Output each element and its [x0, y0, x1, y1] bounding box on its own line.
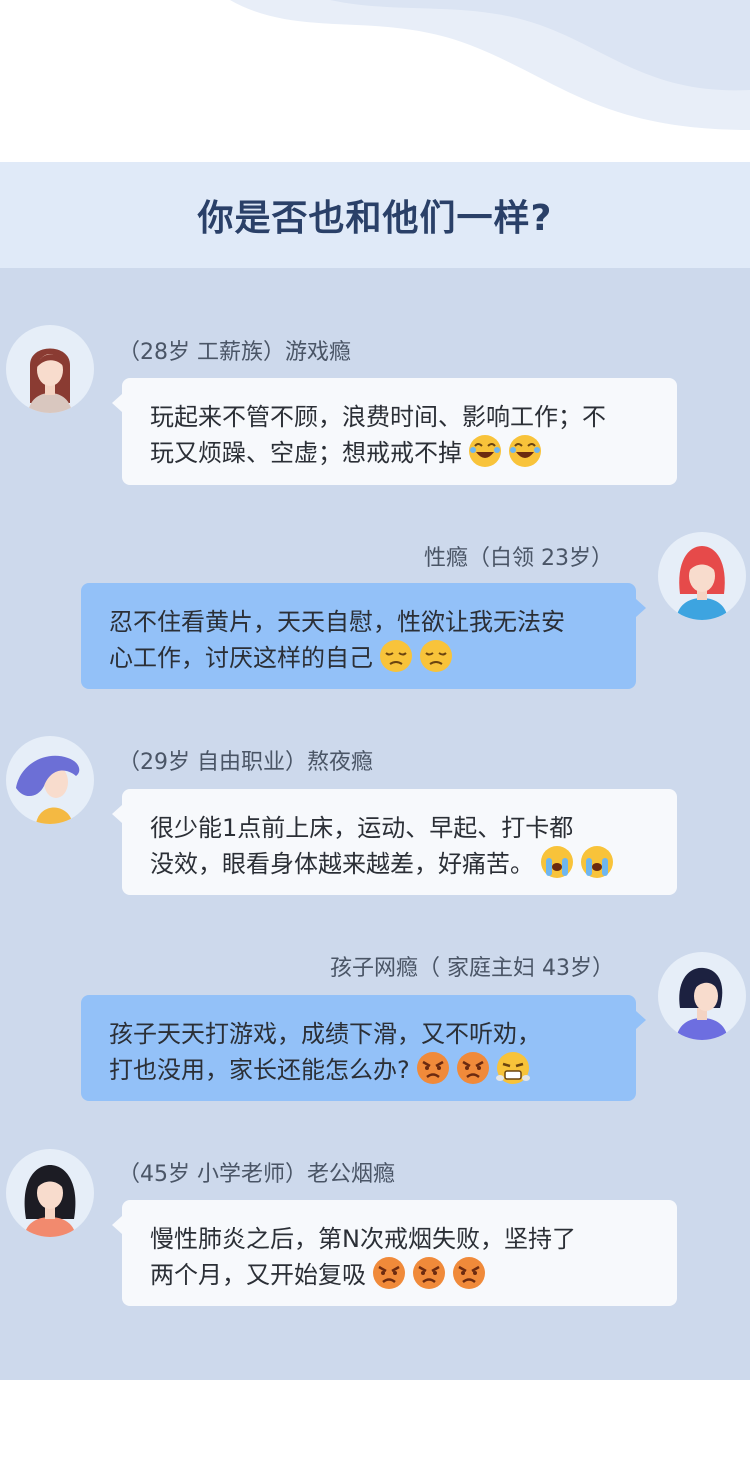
- loudly-crying-emoji-icon: [540, 845, 574, 879]
- message-line-last: 两个月，又开始复吸: [150, 1256, 653, 1292]
- message-text: 两个月，又开始复吸: [150, 1261, 366, 1289]
- avatar-office-worker: [658, 532, 746, 620]
- message-text: 打也没用，家长还能怎么办?: [109, 1056, 410, 1084]
- message-text: 玩又烦躁、空虚；想戒戒不掉: [150, 439, 462, 467]
- pensive-face-emoji-icon: [419, 639, 453, 673]
- angry-face-emoji-icon: [416, 1051, 450, 1085]
- loudly-crying-emoji-icon: [580, 845, 614, 879]
- woman-black-hair-icon: [24, 1165, 76, 1237]
- message-line: 慢性肺炎之后，第N次戒烟失败，坚持了: [150, 1225, 576, 1253]
- angry-face-emoji-icon: [412, 1256, 446, 1290]
- message-line-last: 心工作，讨厌这样的自己: [109, 639, 612, 675]
- chat-bubble: 很少能1点前上床，运动、早起、打卡都 没效，眼看身体越来越差，好痛苦。: [112, 789, 677, 895]
- message-line: 忍不住看黄片，天天自慰，性欲让我无法安: [109, 608, 565, 636]
- section-title: 你是否也和他们一样?: [197, 198, 553, 239]
- chat-bubble: 忍不住看黄片，天天自慰，性欲让我无法安 心工作，讨厌这样的自己: [81, 583, 646, 689]
- angry-face-emoji-icon: [452, 1256, 486, 1290]
- woman-long-brown-hair-icon: [28, 348, 72, 413]
- message-line-last: 打也没用，家长还能怎么办?: [109, 1051, 612, 1087]
- message-text: 心工作，讨厌这样的自己: [109, 644, 373, 672]
- message-line: 玩起来不管不顾，浪费时间、影响工作；不: [150, 403, 606, 431]
- woman-purple-hair-icon: [16, 755, 80, 824]
- message-line-last: 玩又烦躁、空虚；想戒戒不掉: [150, 434, 653, 470]
- laughing-tears-emoji-icon: [468, 434, 502, 468]
- user-label: （29岁 自由职业）熬夜瘾: [118, 750, 373, 775]
- chat-area: （28岁 工薪族）游戏瘾 玩起来不管不顾，浪费时间、影响工作；不 玩又烦躁、空虚…: [0, 268, 750, 1380]
- message-line: 孩子天天打游戏，成绩下滑，又不听劝，: [109, 1020, 541, 1048]
- chat-bubble: 孩子天天打游戏，成绩下滑，又不听劝， 打也没用，家长还能怎么办?: [81, 995, 646, 1101]
- woman-red-hair-icon: [676, 546, 728, 620]
- avatar-gamer: [6, 325, 94, 413]
- user-label: 性瘾（白领 23岁）: [424, 546, 613, 571]
- user-label: 孩子网瘾（ 家庭主妇 43岁）: [330, 956, 614, 981]
- chat-bubble: 慢性肺炎之后，第N次戒烟失败，坚持了 两个月，又开始复吸: [112, 1200, 677, 1306]
- message-line: 很少能1点前上床，运动、早起、打卡都: [150, 814, 574, 842]
- chat-bubble: 玩起来不管不顾，浪费时间、影响工作；不 玩又烦躁、空虚；想戒戒不掉: [112, 378, 677, 485]
- avatar-freelancer: [6, 736, 94, 824]
- user-label: （28岁 工薪族）游戏瘾: [118, 340, 351, 365]
- avatar-housewife: [658, 952, 746, 1040]
- message-line-last: 没效，眼看身体越来越差，好痛苦。: [150, 845, 653, 881]
- user-label: （45岁 小学老师）老公烟瘾: [118, 1162, 395, 1187]
- pensive-face-emoji-icon: [379, 639, 413, 673]
- decorative-wave: [230, 0, 750, 130]
- angry-face-emoji-icon: [372, 1256, 406, 1290]
- message-text: 没效，眼看身体越来越差，好痛苦。: [150, 850, 534, 878]
- angry-face-emoji-icon: [456, 1051, 490, 1085]
- avatar-teacher: [6, 1149, 94, 1237]
- laughing-tears-emoji-icon: [508, 434, 542, 468]
- woman-bob-hair-icon: [676, 967, 728, 1040]
- steam-face-emoji-icon: [495, 1051, 530, 1085]
- section-header: 你是否也和他们一样?: [0, 162, 750, 268]
